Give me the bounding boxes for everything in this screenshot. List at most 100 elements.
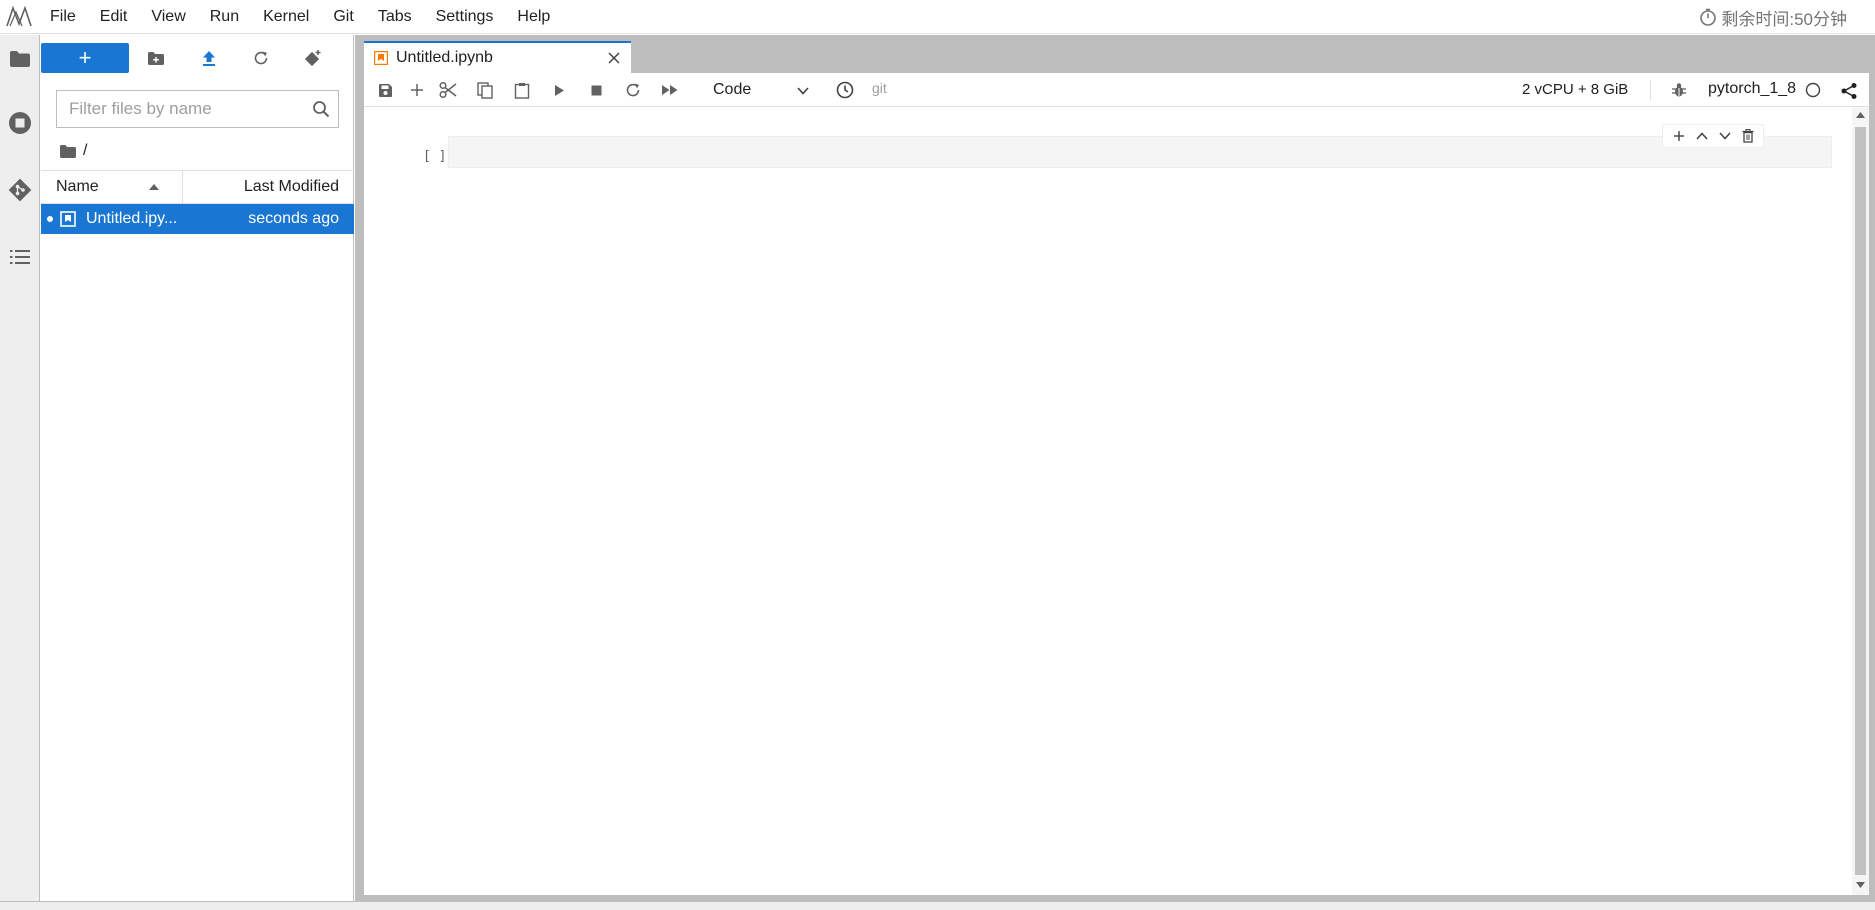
remaining-time-text: 剩余时间:50分钟 <box>1721 9 1847 29</box>
menu-view[interactable]: View <box>139 0 197 34</box>
interrupt-kernel-button[interactable] <box>581 75 611 105</box>
move-down-button[interactable] <box>1715 126 1735 146</box>
table-of-contents-tab[interactable] <box>0 237 40 277</box>
cell-type-select[interactable]: Code <box>713 77 813 103</box>
file-browser-toolbar: + <box>41 43 354 75</box>
resource-usage: 2 vCPU + 8 GiB <box>1522 81 1629 98</box>
filter-files-input[interactable] <box>57 91 302 127</box>
menu-help[interactable]: Help <box>505 0 562 34</box>
column-header-last-modified[interactable]: Last Modified <box>184 171 354 203</box>
file-browser-tab[interactable] <box>0 39 40 79</box>
column-header-name-label: Name <box>56 178 99 195</box>
kernel-idle-icon <box>1805 82 1821 98</box>
run-cell-button[interactable] <box>544 75 574 105</box>
git-clone-button[interactable] <box>297 43 329 73</box>
fast-forward-icon <box>661 84 679 96</box>
notebook-icon <box>374 51 388 65</box>
kernel-name[interactable]: pytorch_1_8 <box>1708 80 1796 98</box>
restart-run-all-button[interactable] <box>655 75 685 105</box>
toolbar-divider <box>1650 80 1651 100</box>
add-icon <box>410 83 424 97</box>
column-header-modified-label: Last Modified <box>243 178 339 195</box>
close-icon[interactable] <box>607 51 621 65</box>
git-clone-icon <box>304 49 322 67</box>
upload-icon <box>201 50 217 67</box>
save-button[interactable] <box>370 75 400 105</box>
refresh-icon <box>625 82 641 98</box>
stop-icon <box>591 85 602 96</box>
refresh-icon <box>253 50 269 66</box>
stop-circle-icon <box>8 111 32 135</box>
paste-button[interactable] <box>507 75 537 105</box>
file-name: Untitled.ipy... <box>86 210 178 227</box>
folder-icon <box>9 50 31 68</box>
search-icon <box>312 100 330 118</box>
cell-input-prompt: [ ] <box>423 149 447 164</box>
menu-kernel[interactable]: Kernel <box>251 0 321 34</box>
notebook-scrollbar[interactable] <box>1852 107 1869 895</box>
cell-type-value: Code <box>713 81 752 98</box>
menu-edit[interactable]: Edit <box>88 0 140 34</box>
column-header-name[interactable]: Name <box>41 171 183 203</box>
running-sessions-tab[interactable] <box>0 103 40 143</box>
menu-tabs[interactable]: Tabs <box>366 0 424 34</box>
menu-file[interactable]: File <box>38 0 88 34</box>
menu-git[interactable]: Git <box>321 0 365 34</box>
file-last-modified: seconds ago <box>248 210 339 227</box>
code-cell-editor[interactable] <box>448 136 1832 168</box>
insert-cell-button[interactable] <box>402 75 432 105</box>
notebook-panel: Code git 2 vCPU + 8 GiB pytorch_1_8 [] <box>364 73 1869 895</box>
file-row-untitled[interactable]: Untitled.ipy... seconds ago <box>41 204 354 234</box>
clock-icon <box>836 81 854 99</box>
notebook-body: [ ] <box>364 107 1869 895</box>
move-up-button[interactable] <box>1692 126 1712 146</box>
cut-button[interactable] <box>433 75 463 105</box>
save-icon <box>378 83 393 98</box>
activity-bar <box>0 35 40 901</box>
file-browser: + Filter files by name / Name Last Modif… <box>41 35 354 901</box>
tab-untitled-ipynb[interactable]: Untitled.ipynb <box>364 41 631 73</box>
new-folder-button[interactable] <box>140 43 172 73</box>
paste-icon <box>514 82 530 99</box>
upload-button[interactable] <box>193 43 225 73</box>
breadcrumb-root[interactable]: / <box>83 142 87 160</box>
jupyter-logo-icon <box>2 0 38 34</box>
scrollbar-thumb[interactable] <box>1855 127 1866 875</box>
main-dock-area: Untitled.ipynb Code git 2 vCPU + 8 GiB p… <box>355 35 1875 901</box>
status-bar <box>0 901 1875 910</box>
refresh-button[interactable] <box>245 43 277 73</box>
filter-box <box>56 90 339 128</box>
notebook-icon <box>60 211 76 227</box>
new-folder-icon <box>147 51 165 66</box>
new-launcher-button[interactable]: + <box>41 43 129 73</box>
insert-below-button[interactable] <box>1669 126 1689 146</box>
delete-cell-button[interactable] <box>1738 126 1758 146</box>
play-icon <box>553 84 565 97</box>
remaining-time: 剩余时间:50分钟 <box>1699 0 1847 34</box>
running-indicator <box>47 216 53 222</box>
copy-icon <box>477 81 493 99</box>
bug-icon <box>1671 82 1687 98</box>
menu-run[interactable]: Run <box>198 0 251 34</box>
notebook-toolbar: Code git 2 vCPU + 8 GiB pytorch_1_8 <box>364 73 1869 107</box>
git-tab[interactable] <box>0 170 40 210</box>
debugger-button[interactable] <box>1664 75 1694 105</box>
restart-kernel-button[interactable] <box>618 75 648 105</box>
toc-icon <box>9 248 31 266</box>
share-icon[interactable] <box>1840 82 1858 100</box>
cut-icon <box>439 81 457 99</box>
breadcrumb[interactable]: / <box>59 139 87 163</box>
version-history-button[interactable] <box>830 75 860 105</box>
copy-button[interactable] <box>470 75 500 105</box>
git-icon <box>8 178 32 202</box>
chevron-down-icon <box>797 87 809 95</box>
stopwatch-icon <box>1699 8 1717 26</box>
scroll-down-icon[interactable] <box>1855 881 1866 889</box>
menu-settings[interactable]: Settings <box>424 0 506 34</box>
scroll-up-icon[interactable] <box>1855 111 1866 119</box>
cell-toolbar <box>1662 124 1764 148</box>
sort-ascending-icon <box>148 183 160 191</box>
git-label[interactable]: git <box>872 80 887 96</box>
folder-icon <box>59 144 77 159</box>
file-list-header: Name Last Modified <box>41 170 354 204</box>
